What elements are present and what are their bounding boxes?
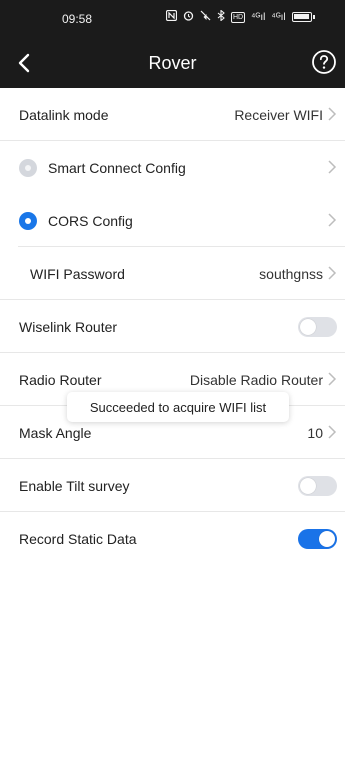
wifi-password-label: WIFI Password [30, 265, 125, 282]
chevron-right-icon [328, 266, 337, 280]
title-bar: Rover [0, 38, 345, 88]
smart-connect-config-row[interactable]: Smart Connect Config [0, 141, 345, 194]
smart-connect-config-label: Smart Connect Config [48, 159, 186, 176]
wiselink-router-label: Wiselink Router [19, 318, 118, 335]
cors-config-row[interactable]: CORS Config [0, 194, 345, 247]
battery-fill [293, 14, 309, 19]
datalink-mode-value: Receiver WIFI [234, 106, 323, 123]
datalink-mode-row[interactable]: Datalink mode Receiver WIFI [0, 88, 345, 141]
chevron-right-icon [328, 213, 337, 227]
bluetooth-icon [217, 9, 225, 24]
wiselink-router-row: Wiselink Router [0, 300, 345, 353]
toast-message: Succeeded to acquire WIFI list [67, 392, 289, 422]
cors-config-radio[interactable] [19, 211, 37, 230]
tilt-survey-label: Enable Tilt survey [19, 477, 130, 494]
wiselink-router-toggle[interactable] [298, 316, 337, 337]
radio-router-label: Radio Router [19, 371, 102, 388]
wifi-password-value: southgnss [259, 265, 323, 282]
toggle-knob [300, 318, 316, 335]
datalink-mode-label: Datalink mode [19, 106, 109, 123]
status-icons: HD ⁴ᴳıl ⁴ᴳıl [165, 9, 315, 24]
toggle-knob [300, 477, 316, 494]
record-static-data-label: Record Static Data [19, 530, 137, 547]
signal-icon: ⁴ᴳıl [251, 11, 266, 23]
chevron-right-icon [328, 425, 337, 439]
chevron-right-icon [328, 160, 337, 174]
tilt-survey-toggle[interactable] [298, 475, 337, 496]
mask-angle-label: Mask Angle [19, 424, 92, 441]
status-time: 09:58 [62, 12, 93, 26]
chevron-right-icon [328, 107, 337, 121]
nfc-icon [165, 9, 178, 24]
settings-list: Datalink mode Receiver WIFI Smart Connec… [0, 88, 345, 565]
toggle-knob [319, 530, 335, 547]
help-circle-icon [312, 50, 336, 74]
status-bar: 09:58 HD ⁴ᴳıl ⁴ᴳıl [0, 0, 345, 38]
cors-config-label: CORS Config [48, 212, 133, 229]
radio-router-value: Disable Radio Router [189, 371, 323, 388]
chevron-right-icon [328, 372, 337, 386]
wifi-password-row[interactable]: WIFI Password southgnss [0, 247, 345, 300]
signal-icon: ⁴ᴳıl [271, 11, 286, 23]
hd-icon: HD [231, 11, 246, 23]
mute-icon [200, 10, 211, 24]
help-button[interactable] [311, 49, 337, 75]
record-static-data-row: Record Static Data [0, 512, 345, 565]
mask-angle-value: 10 [307, 424, 323, 441]
record-static-data-toggle[interactable] [298, 528, 337, 549]
alarm-icon [183, 10, 194, 24]
page-title: Rover [148, 53, 197, 73]
smart-connect-radio[interactable] [19, 158, 37, 177]
tilt-survey-row: Enable Tilt survey [0, 459, 345, 512]
battery-icon [291, 12, 315, 22]
